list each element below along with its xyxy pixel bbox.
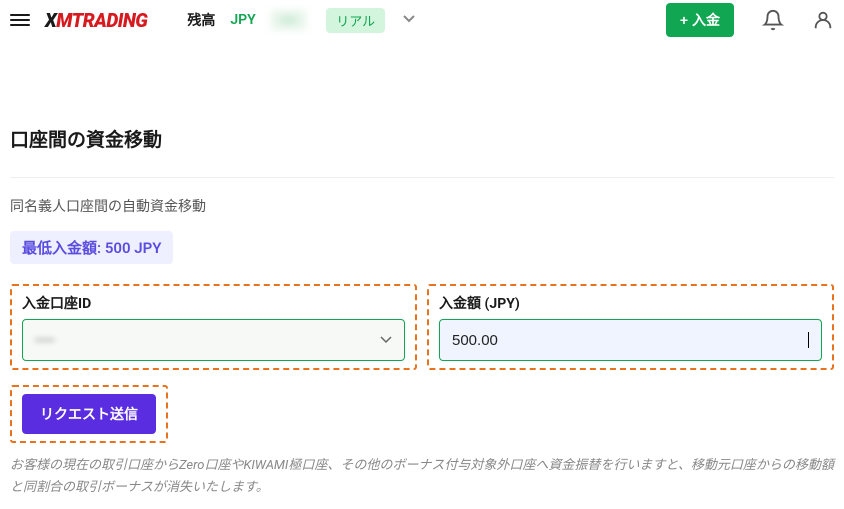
submit-highlight: リクエスト送信	[10, 385, 168, 443]
logo-prefix: X	[45, 9, 56, 32]
account-id-select[interactable]: -----	[22, 319, 405, 361]
logo-rest: MTRADING	[56, 9, 147, 32]
text-cursor	[808, 332, 809, 348]
account-id-value: -----	[35, 332, 380, 348]
deposit-button[interactable]: + 入金	[666, 3, 734, 37]
submit-button[interactable]: リクエスト送信	[22, 394, 156, 434]
balance-label: 残高	[187, 10, 215, 30]
chevron-down-icon	[380, 334, 392, 347]
page-subtitle: 同名義人口座間の自動資金移動	[10, 196, 834, 216]
page-title: 口座間の資金移動	[10, 125, 834, 152]
header: XMTRADING 残高 JPY ---- リアル + 入金	[0, 0, 844, 40]
balance-amount: ----	[271, 10, 306, 30]
main-content: 口座間の資金移動 同名義人口座間の自動資金移動 最低入金額: 500 JPY 入…	[0, 40, 844, 509]
account-field-highlight: 入金口座ID -----	[10, 284, 417, 370]
account-type-badge: リアル	[326, 8, 385, 33]
logo[interactable]: XMTRADING	[45, 9, 147, 32]
account-id-label: 入金口座ID	[22, 293, 405, 313]
bell-icon[interactable]	[762, 9, 784, 31]
amount-label: 入金額 (JPY)	[439, 293, 822, 313]
divider	[10, 177, 834, 178]
amount-input[interactable]	[452, 332, 807, 349]
form-row: 入金口座ID ----- 入金額 (JPY)	[10, 284, 834, 370]
currency-code: JPY	[230, 12, 255, 28]
min-deposit-badge: 最低入金額: 500 JPY	[10, 231, 173, 264]
hamburger-menu-icon[interactable]	[10, 14, 30, 26]
chevron-down-icon[interactable]	[403, 15, 415, 26]
amount-field-highlight: 入金額 (JPY)	[427, 284, 834, 370]
warning-note: お客様の現在の取引口座からZero口座やKIWAMI極口座、その他のボーナス付与…	[10, 455, 834, 499]
amount-input-wrap[interactable]	[439, 319, 822, 361]
user-icon[interactable]	[812, 9, 834, 31]
